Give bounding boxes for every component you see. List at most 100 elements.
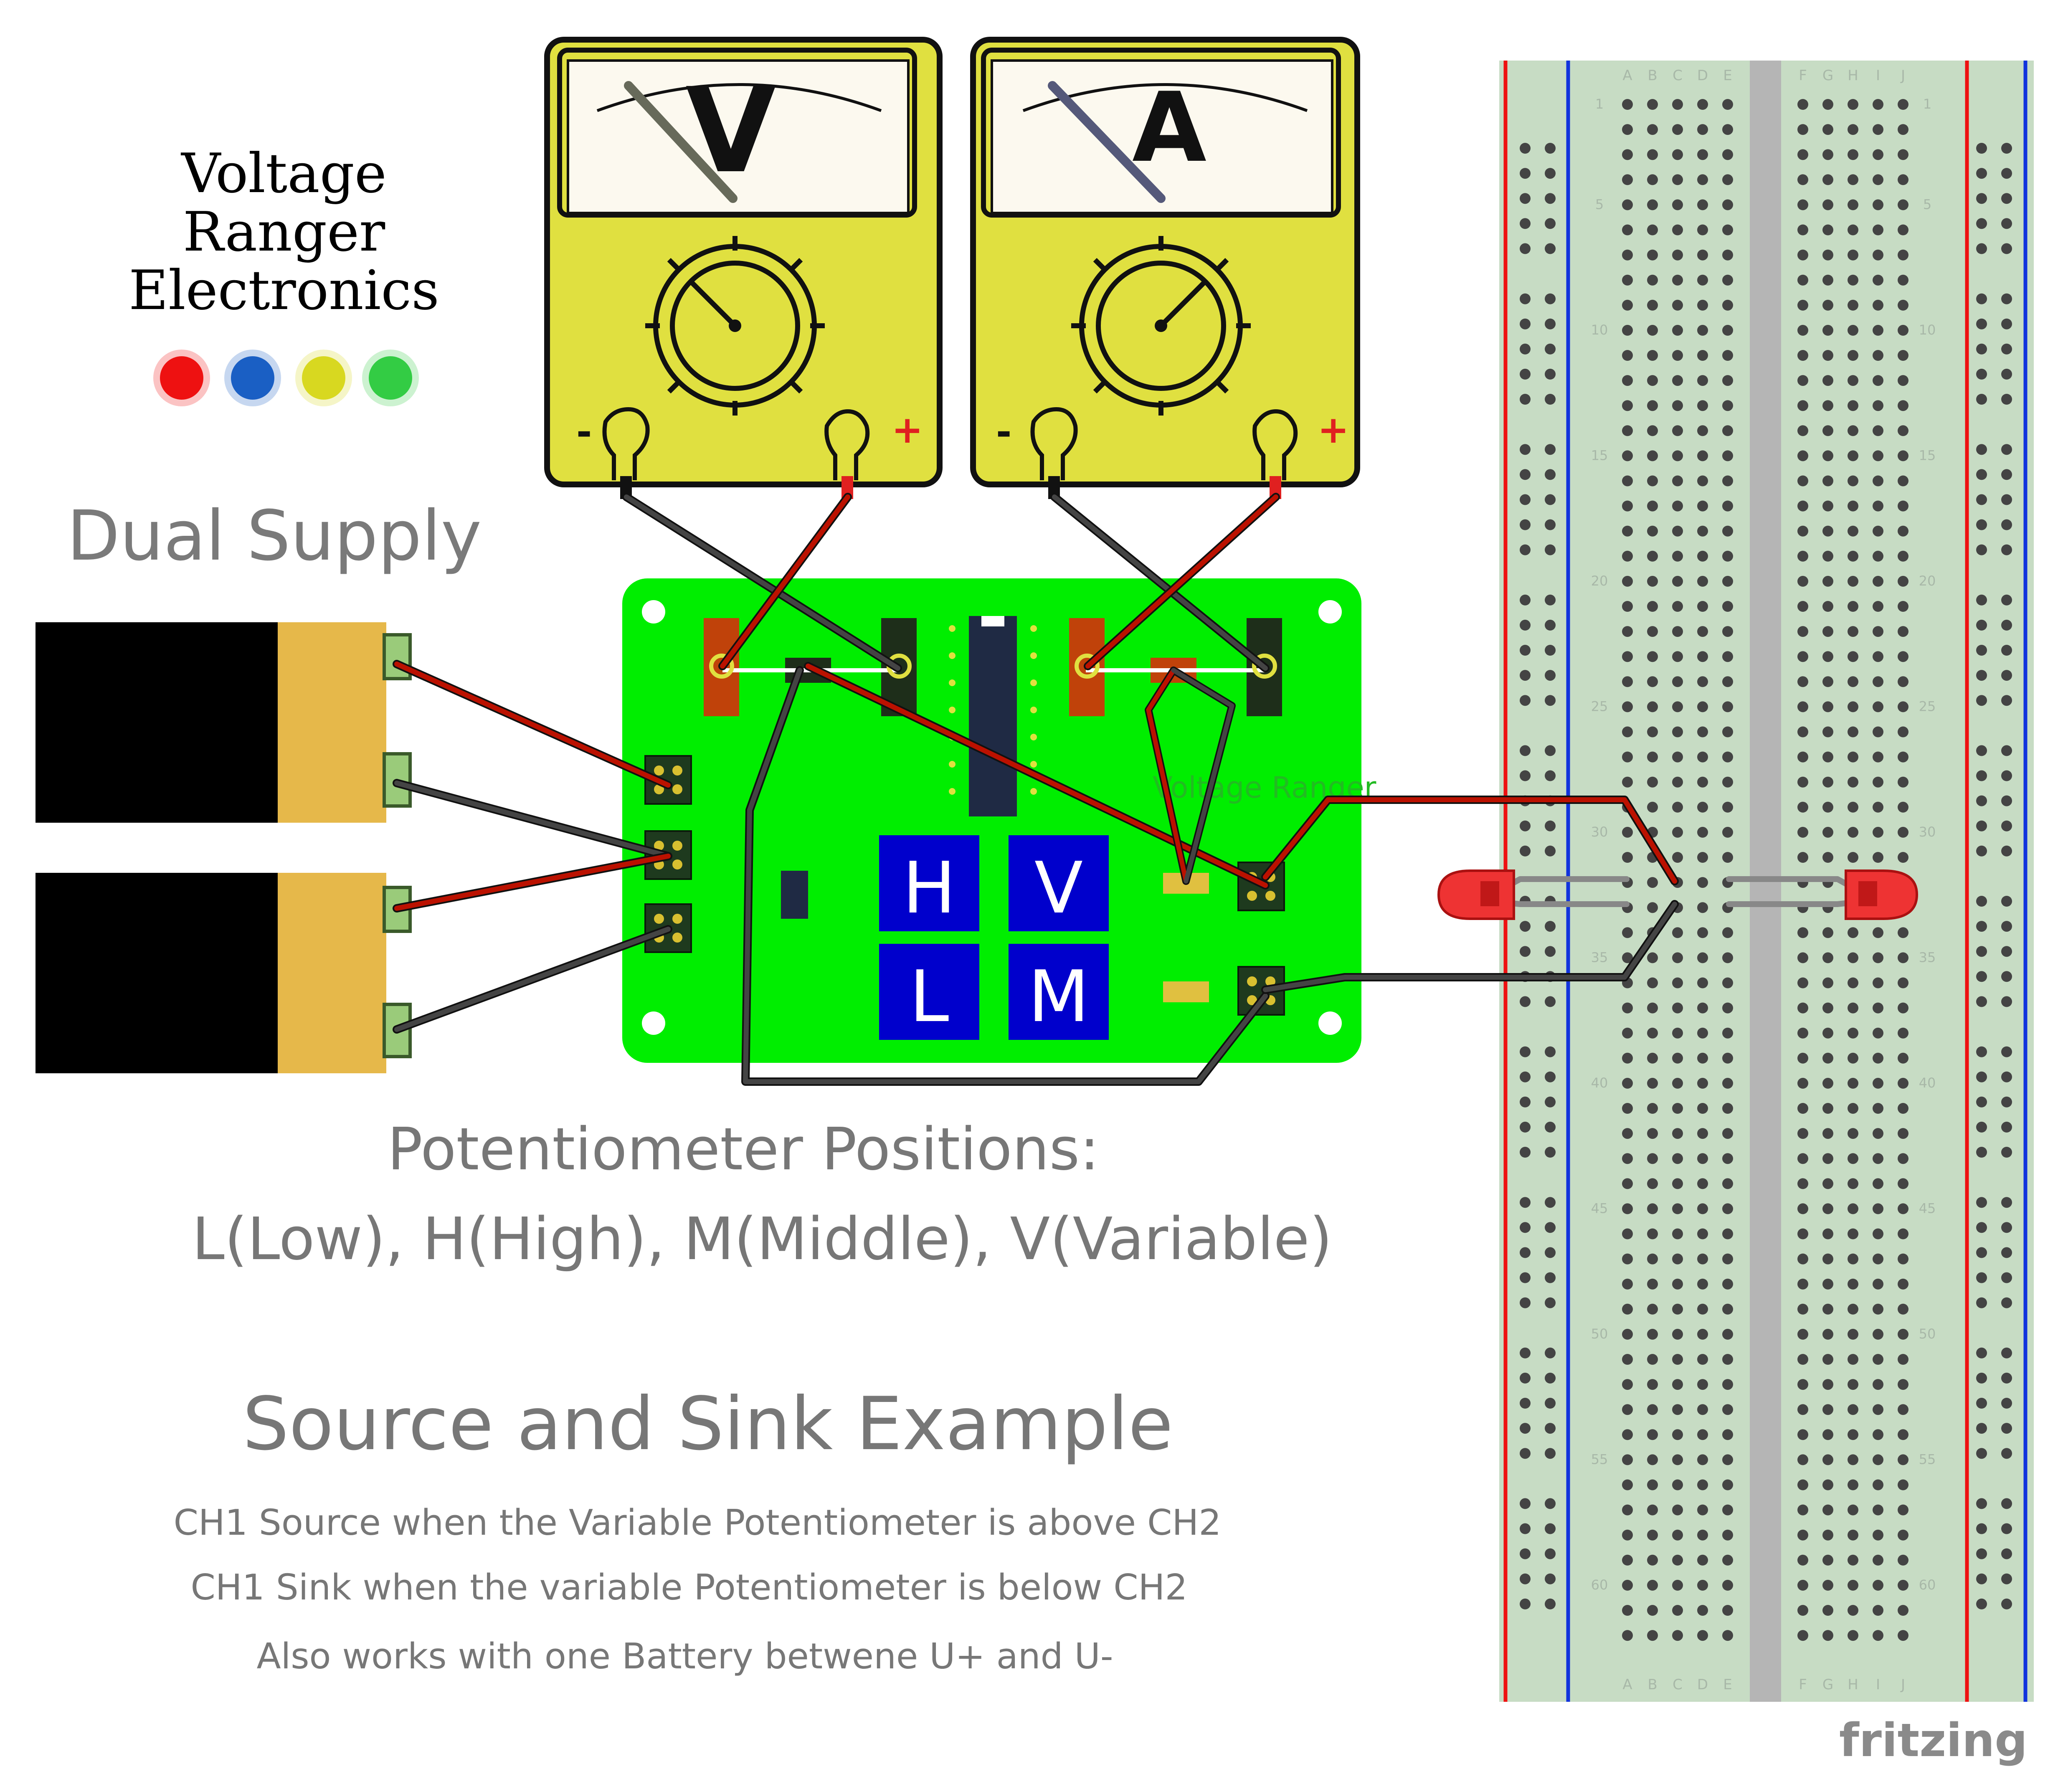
rail-hole[interactable] xyxy=(1545,318,1556,330)
breadboard-hole[interactable] xyxy=(1873,852,1883,863)
breadboard-hole[interactable] xyxy=(1622,375,1633,386)
breadboard-hole[interactable] xyxy=(1898,1278,1908,1290)
breadboard-hole[interactable] xyxy=(1622,676,1633,687)
breadboard-hole[interactable] xyxy=(1822,350,1833,361)
breadboard-hole[interactable] xyxy=(1873,324,1883,336)
breadboard-hole[interactable] xyxy=(1797,1328,1808,1340)
breadboard-hole[interactable] xyxy=(1672,1103,1683,1114)
pot-button-v[interactable]: V xyxy=(1009,835,1109,931)
rail-hole[interactable] xyxy=(1520,1523,1531,1534)
rail-hole[interactable] xyxy=(1520,394,1531,405)
breadboard-hole[interactable] xyxy=(1647,1052,1658,1064)
rail-hole[interactable] xyxy=(1520,946,1531,957)
breadboard-hole[interactable] xyxy=(1797,927,1808,938)
breadboard-hole[interactable] xyxy=(1672,525,1683,537)
breadboard-hole[interactable] xyxy=(1622,1504,1633,1516)
breadboard-hole[interactable] xyxy=(1822,1002,1833,1014)
breadboard-hole[interactable] xyxy=(1697,776,1708,788)
breadboard-hole[interactable] xyxy=(1822,1354,1833,1365)
breadboard-hole[interactable] xyxy=(1647,1103,1658,1114)
breadboard-hole[interactable] xyxy=(1622,324,1633,336)
rail-hole[interactable] xyxy=(1976,695,1987,706)
breadboard-hole[interactable] xyxy=(1672,977,1683,989)
breadboard-hole[interactable] xyxy=(1848,450,1858,461)
breadboard-hole[interactable] xyxy=(1898,99,1908,110)
breadboard-hole[interactable] xyxy=(1622,224,1633,236)
breadboard-hole[interactable] xyxy=(1722,1278,1733,1290)
breadboard-hole[interactable] xyxy=(1672,575,1683,587)
breadboard-hole[interactable] xyxy=(1797,1504,1808,1516)
breadboard-hole[interactable] xyxy=(1622,1303,1633,1315)
breadboard-hole[interactable] xyxy=(1622,299,1633,311)
pot-button-l[interactable]: L xyxy=(879,944,979,1040)
rail-hole[interactable] xyxy=(1976,469,1987,480)
rail-hole[interactable] xyxy=(1976,1448,1987,1459)
breadboard-hole[interactable] xyxy=(1622,1153,1633,1164)
breadboard-hole[interactable] xyxy=(1722,1002,1733,1014)
breadboard-hole[interactable] xyxy=(1797,1479,1808,1490)
breadboard-hole[interactable] xyxy=(1672,1128,1683,1139)
breadboard-hole[interactable] xyxy=(1697,701,1708,712)
breadboard-hole[interactable] xyxy=(1822,1077,1833,1089)
breadboard-hole[interactable] xyxy=(1797,425,1808,436)
breadboard-hole[interactable] xyxy=(1647,1203,1658,1214)
rail-hole[interactable] xyxy=(2001,1247,2012,1258)
breadboard-hole[interactable] xyxy=(1898,224,1908,236)
breadboard-hole[interactable] xyxy=(1797,224,1808,236)
breadboard-hole[interactable] xyxy=(1873,1454,1883,1465)
breadboard-hole[interactable] xyxy=(1697,1579,1708,1591)
breadboard-hole[interactable] xyxy=(1822,375,1833,386)
breadboard-hole[interactable] xyxy=(1722,1529,1733,1541)
breadboard-hole[interactable] xyxy=(1848,1278,1858,1290)
breadboard-hole[interactable] xyxy=(1647,651,1658,662)
breadboard-hole[interactable] xyxy=(1672,651,1683,662)
breadboard-hole[interactable] xyxy=(1898,124,1908,135)
breadboard-hole[interactable] xyxy=(1873,1504,1883,1516)
rail-hole[interactable] xyxy=(1545,1598,1556,1610)
rail-hole[interactable] xyxy=(1520,343,1531,355)
breadboard-hole[interactable] xyxy=(1622,1228,1633,1239)
rail-hole[interactable] xyxy=(1976,494,1987,505)
breadboard-hole[interactable] xyxy=(1873,99,1883,110)
rail-hole[interactable] xyxy=(1976,368,1987,380)
breadboard-hole[interactable] xyxy=(1898,500,1908,512)
breadboard-hole[interactable] xyxy=(1722,99,1733,110)
breadboard-hole[interactable] xyxy=(1797,1529,1808,1541)
breadboard-hole[interactable] xyxy=(1672,224,1683,236)
breadboard-hole[interactable] xyxy=(1672,726,1683,738)
breadboard-hole[interactable] xyxy=(1722,249,1733,261)
rail-hole[interactable] xyxy=(1520,845,1531,857)
breadboard-hole[interactable] xyxy=(1797,676,1808,687)
breadboard-hole[interactable] xyxy=(1722,1504,1733,1516)
board-jumper-2[interactable] xyxy=(1163,981,1209,1002)
breadboard-hole[interactable] xyxy=(1722,1605,1733,1616)
breadboard-hole[interactable] xyxy=(1797,475,1808,487)
rail-hole[interactable] xyxy=(1976,343,1987,355)
breadboard-hole[interactable] xyxy=(1697,676,1708,687)
breadboard-hole[interactable] xyxy=(1647,751,1658,763)
breadboard-hole[interactable] xyxy=(1672,1228,1683,1239)
breadboard-hole[interactable] xyxy=(1797,1153,1808,1164)
rail-hole[interactable] xyxy=(2001,1147,2012,1158)
pot-button-h[interactable]: H xyxy=(879,835,979,931)
breadboard-hole[interactable] xyxy=(1848,1379,1858,1390)
breadboard-hole[interactable] xyxy=(1672,852,1683,863)
breadboard-hole[interactable] xyxy=(1898,701,1908,712)
breadboard-hole[interactable] xyxy=(1848,500,1858,512)
breadboard-hole[interactable] xyxy=(1873,952,1883,963)
breadboard-hole[interactable] xyxy=(1647,776,1658,788)
breadboard-hole[interactable] xyxy=(1647,500,1658,512)
breadboard-hole[interactable] xyxy=(1647,550,1658,562)
breadboard-hole[interactable] xyxy=(1797,249,1808,261)
breadboard-hole[interactable] xyxy=(1873,1178,1883,1189)
breadboard-hole[interactable] xyxy=(1822,1328,1833,1340)
rail-hole[interactable] xyxy=(1545,293,1556,304)
breadboard-hole[interactable] xyxy=(1647,877,1658,888)
breadboard-hole[interactable] xyxy=(1797,149,1808,160)
breadboard-hole[interactable] xyxy=(1672,1429,1683,1440)
breadboard-hole[interactable] xyxy=(1722,550,1733,562)
rail-hole[interactable] xyxy=(1976,770,1987,781)
breadboard-hole[interactable] xyxy=(1822,701,1833,712)
breadboard-hole[interactable] xyxy=(1898,299,1908,311)
breadboard-hole[interactable] xyxy=(1697,1454,1708,1465)
